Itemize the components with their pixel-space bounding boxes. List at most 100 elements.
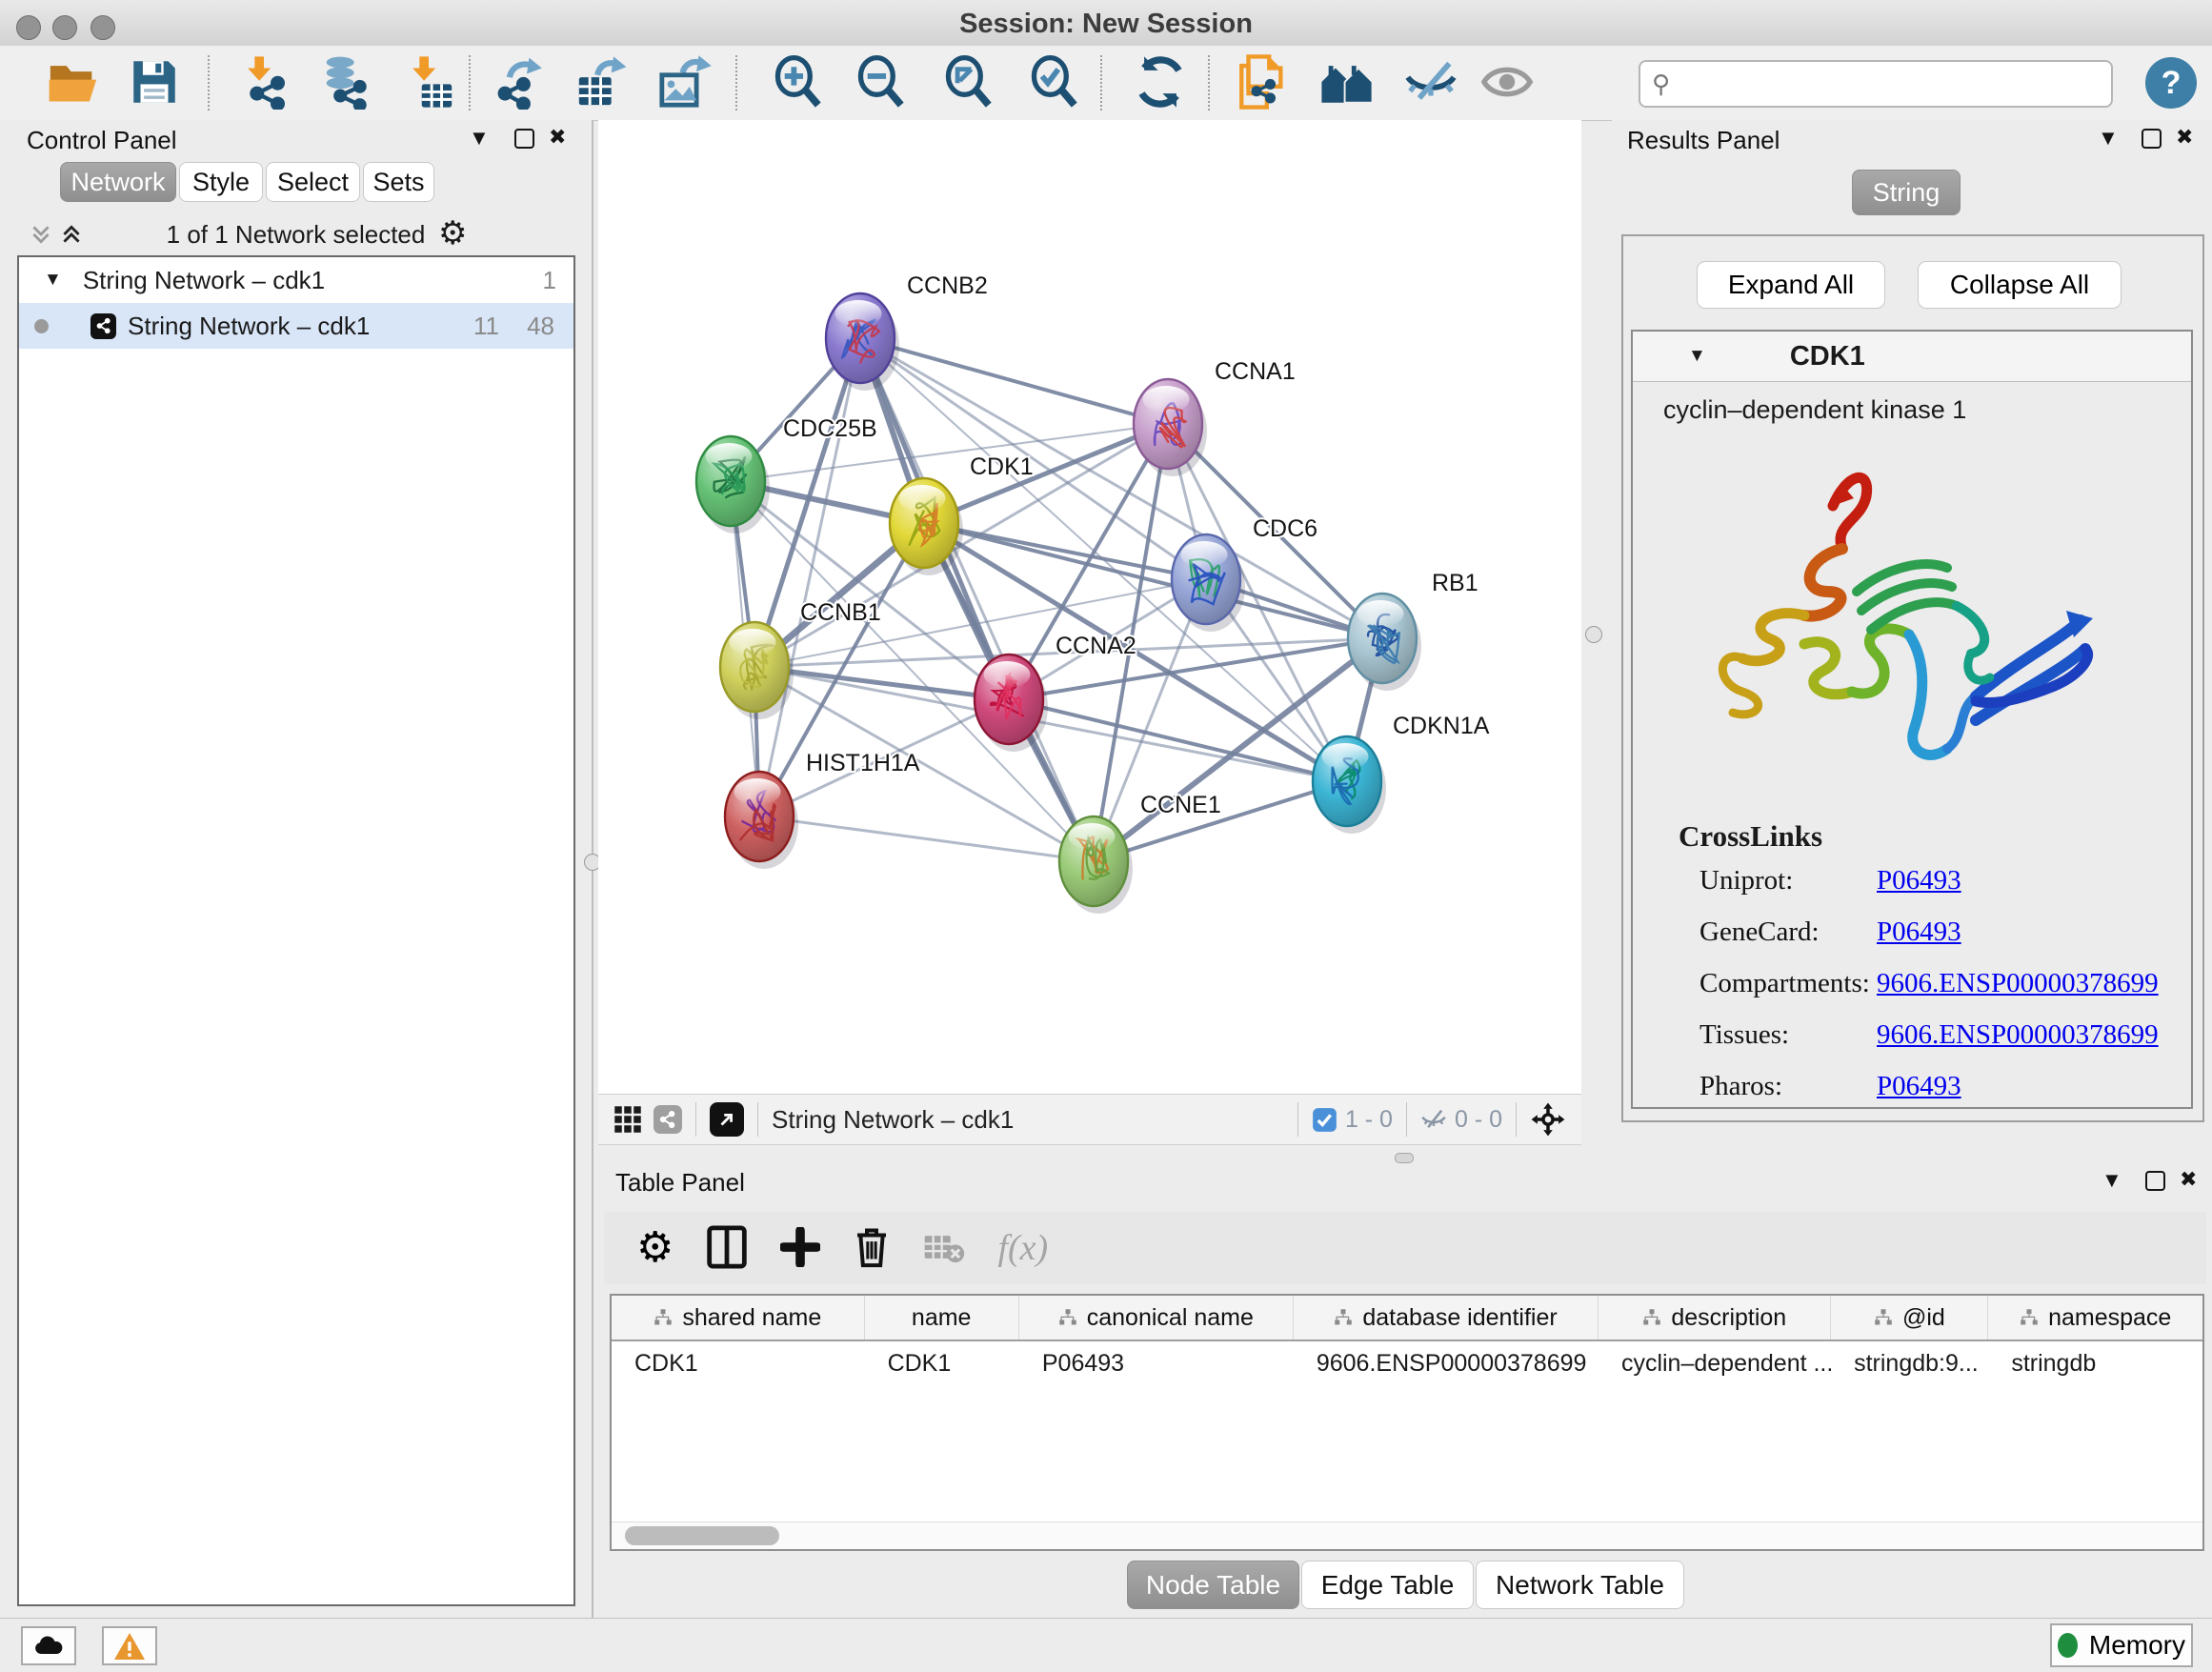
cell-name[interactable]: CDK1 (865, 1341, 1019, 1385)
edge-HIST1H1A-CCNE1[interactable] (759, 816, 1094, 861)
open-session-button[interactable] (43, 52, 104, 113)
export-table-icon (574, 54, 630, 110)
tab-node-table[interactable]: Node Table (1127, 1561, 1299, 1609)
cell-database-identifier[interactable]: 9606.ENSP00000378699 (1294, 1341, 1599, 1385)
network-share-icon[interactable] (654, 1105, 682, 1134)
table-horizontal-scrollbar[interactable] (612, 1521, 2202, 1549)
delete-table-button[interactable] (923, 1223, 965, 1273)
crosslink-value-link[interactable]: 9606.ENSP00000378699 (1877, 968, 2159, 999)
cell-id[interactable]: stringdb:9... (1831, 1341, 1988, 1385)
apply-layout-button[interactable] (1130, 52, 1191, 113)
show-columns-button[interactable] (706, 1223, 748, 1273)
table-row[interactable]: CDK1 CDK1 P06493 9606.ENSP00000378699 cy… (612, 1341, 2202, 1385)
detach-view-icon[interactable] (710, 1102, 744, 1137)
panel-close-icon[interactable]: ✖ (2180, 1169, 2197, 1190)
panel-menu-icon[interactable]: ▼ (2098, 128, 2119, 149)
network-view-dot-icon (34, 319, 49, 333)
tab-edge-table[interactable]: Edge Table (1301, 1561, 1474, 1609)
crosslink-value-link[interactable]: P06493 (1877, 917, 1961, 948)
cell-description[interactable]: cyclin–dependent ... (1599, 1341, 1831, 1385)
export-table-button[interactable] (572, 52, 633, 113)
import-network-database-button[interactable] (314, 52, 375, 113)
birds-eye-icon[interactable] (1530, 1101, 1566, 1138)
tab-style[interactable]: Style (179, 162, 263, 202)
column-header[interactable]: namespace (1988, 1296, 2202, 1340)
panel-float-icon[interactable] (2145, 1171, 2165, 1191)
network-collection-row[interactable]: ▼ String Network – cdk1 1 (19, 257, 573, 303)
zoom-selected-button[interactable] (1023, 52, 1084, 113)
panel-close-icon[interactable]: ✖ (2176, 127, 2193, 148)
warning-status-button[interactable] (102, 1626, 157, 1665)
zoom-in-button[interactable] (767, 52, 828, 113)
zoom-fit-button[interactable] (937, 52, 998, 113)
column-header[interactable]: name (865, 1296, 1019, 1340)
column-header[interactable]: canonical name (1019, 1296, 1294, 1340)
column-header[interactable]: database identifier (1294, 1296, 1599, 1340)
edge-CCNB2-HIST1H1A[interactable] (759, 338, 860, 816)
selected-checkbox-icon[interactable] (1312, 1107, 1337, 1133)
hide-selected-button[interactable] (1400, 52, 1461, 113)
node-RB1[interactable] (1348, 594, 1421, 691)
show-all-button[interactable] (1477, 52, 1538, 113)
collection-disclosure-icon[interactable]: ▼ (44, 270, 62, 291)
delete-column-button[interactable] (853, 1223, 891, 1273)
edge-CCNB2-CCNE1[interactable] (860, 338, 1094, 861)
protein-disclosure-icon[interactable]: ▼ (1688, 346, 1706, 367)
node-CCNB2[interactable] (826, 293, 899, 391)
hidden-eye-icon[interactable] (1420, 1106, 1447, 1133)
crosslink-value-link[interactable]: P06493 (1877, 1071, 1961, 1102)
add-column-button[interactable] (780, 1223, 820, 1273)
crosslink-value-link[interactable]: P06493 (1877, 865, 1961, 896)
node-CCNA2[interactable] (975, 655, 1048, 752)
column-header[interactable]: description (1599, 1296, 1831, 1340)
node-CCNE1[interactable] (1059, 816, 1133, 914)
column-header[interactable]: @id (1831, 1296, 1988, 1340)
grid-view-icon[interactable] (613, 1105, 642, 1134)
clone-network-button[interactable] (1232, 52, 1293, 113)
collapse-all-button[interactable]: Collapse All (1918, 261, 2122, 309)
network-options-gear-icon[interactable]: ⚙ (438, 214, 467, 252)
node-CDKN1A[interactable] (1313, 736, 1386, 834)
scrollbar-thumb[interactable] (625, 1526, 779, 1545)
cell-shared-name[interactable]: CDK1 (612, 1341, 865, 1385)
tab-network[interactable]: Network (60, 162, 176, 202)
table-options-button[interactable]: ⚙ (636, 1223, 674, 1273)
first-neighbors-button[interactable] (1317, 52, 1377, 113)
search-input[interactable] (1678, 65, 2111, 103)
tab-string[interactable]: String (1852, 170, 1961, 215)
panel-close-icon[interactable]: ✖ (549, 127, 566, 148)
cell-namespace[interactable]: stringdb (1988, 1341, 2202, 1385)
export-network-button[interactable] (491, 52, 552, 113)
edge-CCNA2-CDKN1A[interactable] (1009, 699, 1347, 781)
column-header[interactable]: shared name (612, 1296, 865, 1340)
tab-select[interactable]: Select (266, 162, 360, 202)
help-button[interactable]: ? (2145, 57, 2197, 109)
node-CCNB1[interactable] (720, 622, 794, 719)
right-splitter-handle[interactable] (1585, 626, 1602, 643)
collection-label: String Network – cdk1 (83, 266, 325, 295)
panel-menu-icon[interactable]: ▼ (2101, 1170, 2122, 1191)
memory-button[interactable]: Memory (2050, 1623, 2193, 1667)
apply-function-button[interactable]: f(x) (997, 1223, 1048, 1273)
network-row[interactable]: String Network – cdk1 11 48 (19, 303, 573, 349)
node-CDC6[interactable] (1172, 534, 1245, 632)
panel-float-icon[interactable] (2142, 129, 2162, 149)
panel-menu-icon[interactable]: ▼ (469, 128, 490, 149)
tab-sets[interactable]: Sets (363, 162, 434, 202)
expand-all-button[interactable]: Expand All (1697, 261, 1885, 309)
export-image-button[interactable] (654, 52, 715, 113)
tab-network-table[interactable]: Network Table (1476, 1561, 1684, 1609)
save-session-button[interactable] (124, 52, 185, 113)
node-HIST1H1A[interactable] (725, 772, 798, 869)
collection-count: 1 (543, 266, 556, 295)
panel-float-icon[interactable] (514, 129, 534, 149)
zoom-out-button[interactable] (850, 52, 911, 113)
protein-header[interactable]: ▼ CDK1 (1633, 332, 2191, 382)
import-network-file-button[interactable] (233, 52, 294, 113)
crosslink-label: GeneCard: (1699, 917, 1820, 948)
cloud-status-button[interactable] (21, 1626, 76, 1665)
import-table-file-button[interactable] (398, 52, 459, 113)
crosslink-value-link[interactable]: 9606.ENSP00000378699 (1877, 1019, 2159, 1051)
cell-canonical-name[interactable]: P06493 (1019, 1341, 1294, 1385)
network-canvas[interactable]: CCNB2CCNA1CDC25BCDK1CDC6RB1CCNB1CCNA2CDK… (598, 120, 1581, 1094)
